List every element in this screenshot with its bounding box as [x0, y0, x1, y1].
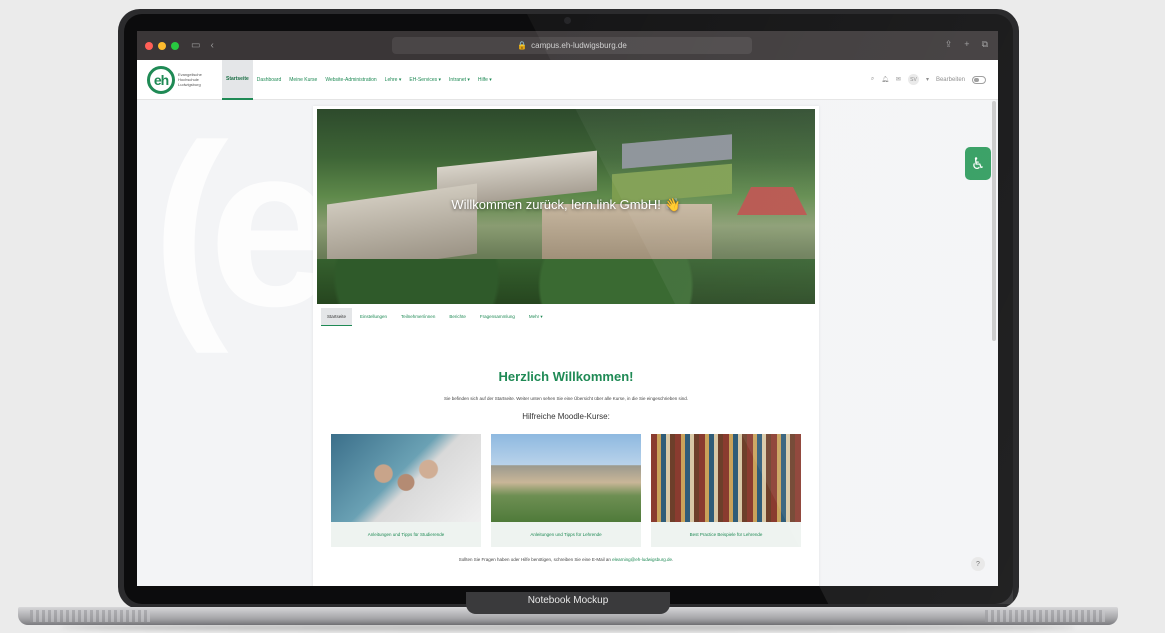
close-window-button[interactable]	[145, 41, 153, 50]
tab-einstellungen[interactable]: Einstellungen	[354, 308, 393, 326]
browser-toolbar: ▭ ‹ 🔒 campus.eh-ludwigsburg.de ⇪ + ⧉	[137, 31, 998, 60]
base-vent-left	[30, 610, 150, 622]
course-caption[interactable]: Anleitungen und Tipps für Studierende	[331, 522, 481, 547]
chevron-down-icon[interactable]: ▾	[926, 76, 929, 83]
course-card-best-practice[interactable]: Best Practice Beispiele für Lehrende	[651, 434, 801, 547]
user-actions: ⌕ 🔔︎ ✉︎ SV ▾ Bearbeiten	[871, 74, 986, 85]
tabs-icon[interactable]: ⧉	[982, 39, 988, 50]
nav-item-website-administration[interactable]: Website-Administration	[321, 60, 380, 100]
base-shadow	[60, 624, 1075, 631]
logo-mark: eh	[147, 65, 175, 94]
support-text: Sollten Sie Fragen haben oder Hilfe benö…	[458, 557, 611, 562]
course-card-lehrende[interactable]: Anleitungen und Tipps für Lehrende	[491, 434, 641, 547]
help-icon[interactable]: ?	[971, 557, 985, 571]
edit-mode-toggle[interactable]	[972, 75, 986, 84]
tab-startseite[interactable]: Startseite	[321, 308, 353, 326]
accessibility-icon[interactable]: ♿︎	[965, 147, 991, 180]
address-text: campus.eh-ludwigsburg.de	[531, 41, 627, 50]
nav-item-eh-services[interactable]: EH-Services ▾	[405, 60, 445, 100]
nav-item-lehre[interactable]: Lehre ▾	[381, 60, 406, 100]
support-email-link[interactable]: elearning@eh-ludwigsburg.de	[612, 557, 672, 562]
tab-mehr[interactable]: Mehr ▾	[523, 308, 549, 326]
user-avatar[interactable]: SV	[907, 74, 919, 85]
course-tabs: Startseite Einstellungen Teilnehmer/inne…	[321, 308, 549, 326]
new-tab-icon[interactable]: +	[964, 39, 969, 50]
nav-item-meine-kurse[interactable]: Meine Kurse	[285, 60, 321, 100]
course-card-studierende[interactable]: Anleitungen und Tipps für Studierende	[331, 434, 481, 547]
hero-title: Willkommen zurück, lern.link GmbH! 👋	[451, 197, 681, 212]
sidebar-icon[interactable]: ▭	[191, 40, 200, 51]
logo-text: Evangelische Hochschule Ludwigsburg	[178, 72, 202, 87]
nav-item-hilfe[interactable]: Hilfe ▾	[474, 60, 496, 100]
scrollbar[interactable]	[992, 101, 996, 341]
course-image[interactable]	[491, 434, 641, 522]
nav-item-startseite[interactable]: Startseite	[222, 59, 253, 100]
intro-text: Sie befinden sich auf der Startseite. We…	[443, 396, 689, 401]
site-navigation: eh Evangelische Hochschule Ludwigsburg S…	[137, 59, 998, 100]
course-caption[interactable]: Anleitungen und Tipps für Lehrende	[491, 522, 641, 547]
camera	[564, 17, 571, 24]
nav-item-dashboard[interactable]: Dashboard	[253, 60, 285, 100]
screen: ▭ ‹ 🔒 campus.eh-ludwigsburg.de ⇪ + ⧉ eh …	[137, 31, 998, 586]
logo[interactable]: eh Evangelische Hochschule Ludwigsburg	[147, 65, 206, 94]
notification-icon[interactable]: 🔔︎	[881, 76, 889, 83]
support-note: Sollten Sie Fragen haben oder Hilfe benö…	[458, 557, 674, 562]
tab-berichte[interactable]: Berichte	[443, 308, 472, 326]
back-icon[interactable]: ‹	[210, 40, 213, 51]
course-image[interactable]	[331, 434, 481, 522]
course-caption[interactable]: Best Practice Beispiele für Lehrende	[651, 522, 801, 547]
messages-icon[interactable]: ✉︎	[896, 76, 901, 83]
nav-item-intranet[interactable]: Intranet ▾	[445, 60, 474, 100]
search-icon[interactable]: ⌕	[871, 76, 874, 83]
browser-actions: ⇪ + ⧉	[945, 39, 988, 50]
mockup-label: Notebook Mockup	[466, 592, 670, 614]
window-controls[interactable]	[145, 41, 179, 50]
share-icon[interactable]: ⇪	[945, 39, 953, 50]
lock-icon: 🔒	[517, 41, 528, 50]
courses-heading: Hilfreiche Moodle-Kurse:	[522, 412, 610, 421]
course-image[interactable]	[651, 434, 801, 522]
base-vent-right	[985, 610, 1105, 622]
address-bar[interactable]: 🔒 campus.eh-ludwigsburg.de	[392, 37, 752, 54]
tab-fragensammlung[interactable]: Fragensammlung	[474, 308, 521, 326]
content-card: Willkommen zurück, lern.link GmbH! 👋 Sta…	[313, 106, 819, 586]
hero-image: Willkommen zurück, lern.link GmbH! 👋	[317, 109, 815, 304]
welcome-heading: Herzlich Willkommen!	[498, 369, 634, 384]
tab-teilnehmer[interactable]: Teilnehmer/innen	[395, 308, 441, 326]
primary-nav: Startseite Dashboard Meine Kurse Website…	[222, 59, 496, 100]
minimize-window-button[interactable]	[158, 41, 166, 50]
edit-mode-label: Bearbeiten	[935, 76, 965, 83]
maximize-window-button[interactable]	[171, 41, 179, 50]
background-logo-watermark: (e	[152, 97, 336, 354]
